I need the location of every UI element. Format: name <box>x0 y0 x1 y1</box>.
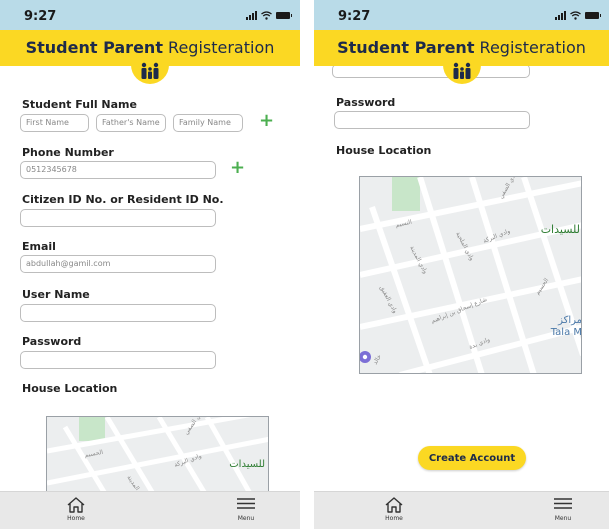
status-bar: 9:27 <box>0 0 300 30</box>
email-input[interactable]: abdullah@gamil.com <box>20 255 216 273</box>
status-icons <box>246 11 292 20</box>
user-name-input[interactable] <box>332 64 530 78</box>
phone-number-input[interactable]: 0512345678 <box>20 161 216 179</box>
map-poi-label: مراكز <box>557 315 582 326</box>
status-icons <box>555 11 601 20</box>
status-bar: 9:27 <box>314 0 609 30</box>
battery-icon <box>585 12 601 19</box>
house-location-map[interactable]: النسيم وادي الصفي وادي البركة وادي المدي… <box>359 176 582 374</box>
family-icon-badge <box>131 60 169 84</box>
canvas: 9:27 Student Parent Registeration Studen… <box>0 0 609 529</box>
house-location-label: House Location <box>336 144 432 157</box>
family-icon-badge <box>442 60 481 84</box>
phone-number-label: Phone Number <box>22 146 114 159</box>
signal-icon <box>246 11 257 20</box>
home-nav-button[interactable]: Home <box>66 496 86 522</box>
home-nav-label: Home <box>385 515 403 522</box>
family-icon <box>141 62 159 79</box>
house-location-label: House Location <box>22 382 118 395</box>
bottom-nav-bar: Home Menu <box>314 491 609 529</box>
menu-icon <box>237 498 255 509</box>
add-phone-plus-icon[interactable]: + <box>230 159 245 177</box>
status-time: 9:27 <box>338 9 371 24</box>
house-location-map[interactable]: الحسيم وادي الصفي وادي البركة وادي المدي… <box>46 416 269 496</box>
menu-nav-button[interactable]: Menu <box>235 496 257 522</box>
menu-nav-button[interactable]: Menu <box>552 496 574 522</box>
home-icon <box>67 497 85 513</box>
password-label: Password <box>22 335 82 348</box>
bottom-nav-bar: Home Menu <box>0 491 300 529</box>
password-label: Password <box>336 96 396 109</box>
wifi-icon <box>261 11 272 20</box>
home-nav-button[interactable]: Home <box>384 496 404 522</box>
email-label: Email <box>22 240 56 253</box>
status-time: 9:27 <box>24 9 57 24</box>
menu-nav-label: Menu <box>237 515 255 522</box>
menu-icon <box>554 498 572 509</box>
map-graphic: النسيم وادي الصفي وادي البركة وادي المدي… <box>360 177 582 373</box>
map-poi-label: للسيدات <box>541 223 580 236</box>
registration-screen-top: 9:27 Student Parent Registeration Studen… <box>0 0 300 529</box>
user-name-input[interactable] <box>20 304 216 322</box>
create-account-button[interactable]: Create Account <box>418 446 526 470</box>
map-poi-label: للسيدات <box>229 459 265 470</box>
password-input[interactable] <box>334 111 530 129</box>
home-nav-label: Home <box>67 515 85 522</box>
menu-nav-label: Menu <box>554 515 572 522</box>
map-poi-label: Tala M <box>550 327 582 338</box>
student-full-name-label: Student Full Name <box>22 98 137 111</box>
user-name-label: User Name <box>22 288 90 301</box>
wifi-icon <box>570 11 581 20</box>
signal-icon <box>555 11 566 20</box>
map-graphic: الحسيم وادي الصفي وادي البركة وادي المدي… <box>47 417 268 495</box>
fathers-name-input[interactable]: Father's Name <box>96 114 166 132</box>
registration-screen-bottom: 9:27 Student Parent Registeration Passwo… <box>314 0 609 529</box>
citizen-id-label: Citizen ID No. or Resident ID No. <box>22 193 224 206</box>
battery-icon <box>276 12 292 19</box>
password-input[interactable] <box>20 351 216 369</box>
add-name-plus-icon[interactable]: + <box>259 112 274 130</box>
family-icon <box>453 62 470 79</box>
family-name-input[interactable]: Family Name <box>173 114 243 132</box>
citizen-id-input[interactable] <box>20 209 216 227</box>
home-icon <box>385 497 403 513</box>
first-name-input[interactable]: First Name <box>20 114 89 132</box>
